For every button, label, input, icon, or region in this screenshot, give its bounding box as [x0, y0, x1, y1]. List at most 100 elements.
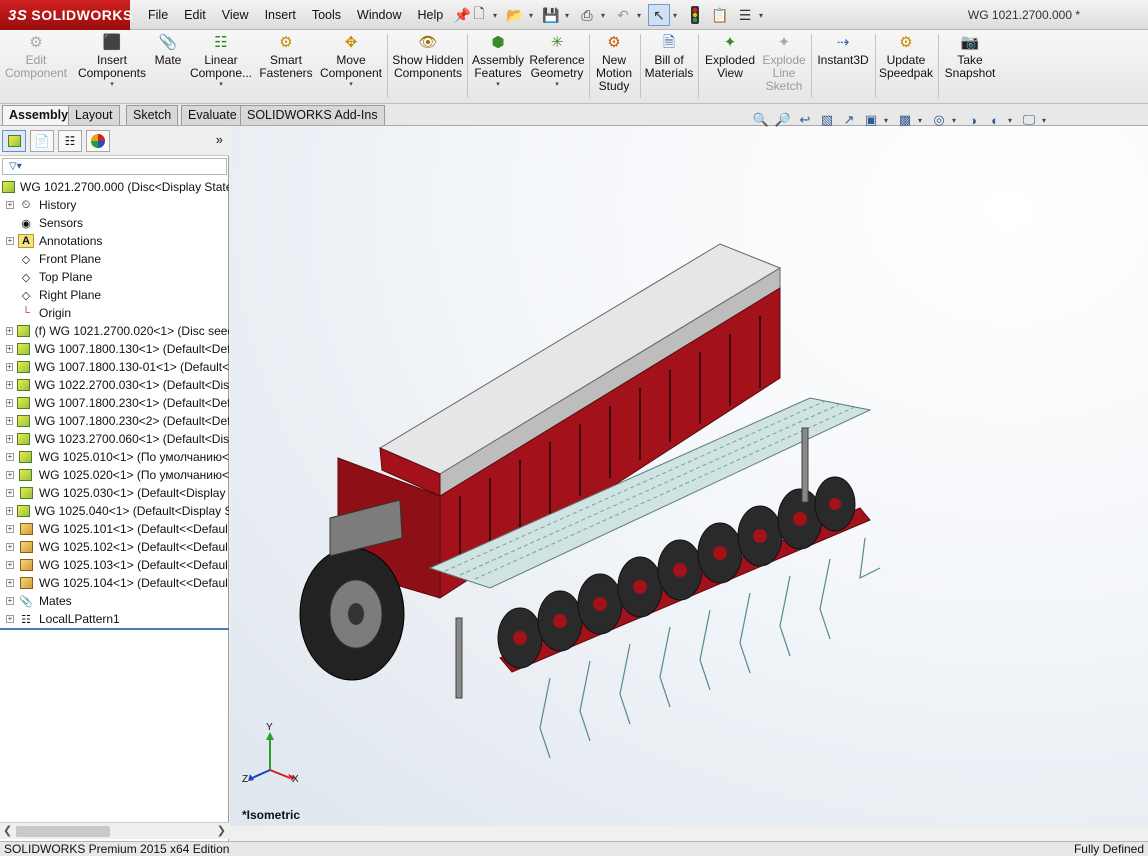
tree-item-component[interactable]: + WG 1025.010<1> (По умолчанию<: [0, 448, 229, 466]
expand-icon[interactable]: +: [6, 579, 14, 587]
tree-item-front-plane[interactable]: ◇ Front Plane: [0, 250, 229, 268]
tree-item-component[interactable]: + WG 1025.030<1> (Default<Display: [0, 484, 229, 502]
expand-icon[interactable]: +: [6, 363, 13, 371]
chevron-down-icon[interactable]: ▾: [349, 80, 353, 90]
menu-edit[interactable]: Edit: [176, 0, 214, 30]
tree-item-sensors[interactable]: ◉ Sensors: [0, 214, 229, 232]
save-icon[interactable]: 💾: [540, 4, 562, 26]
horizontal-scrollbar[interactable]: ❮ ❯: [0, 822, 229, 839]
expand-icon[interactable]: +: [6, 597, 14, 605]
tree-item-component[interactable]: + WG 1007.1800.130-01<1> (Default<: [0, 358, 229, 376]
expand-icon[interactable]: +: [6, 201, 14, 209]
tree-item-part[interactable]: + WG 1025.101<1> (Default<<Defaul: [0, 520, 229, 538]
tree-root[interactable]: WG 1021.2700.000 (Disc<Display State-: [0, 178, 229, 196]
double-chevron-right-icon[interactable]: »: [216, 132, 223, 147]
tab-evaluate[interactable]: Evaluate: [181, 105, 244, 125]
expand-icon[interactable]: +: [6, 381, 13, 389]
display-manager-tab-icon[interactable]: [86, 130, 110, 152]
tree-item-component[interactable]: + WG 1022.2700.030<1> (Default<Dis: [0, 376, 229, 394]
mate-button[interactable]: 📎 Mate: [152, 32, 184, 102]
tree-item-component[interactable]: + WG 1007.1800.230<1> (Default<Def: [0, 394, 229, 412]
chevron-down-icon[interactable]: ▾: [565, 11, 573, 20]
chevron-down-icon[interactable]: ▾: [1042, 116, 1050, 125]
expand-icon[interactable]: +: [6, 507, 13, 515]
menu-file[interactable]: File: [140, 0, 176, 30]
expand-icon[interactable]: +: [6, 615, 14, 623]
tab-layout[interactable]: Layout: [68, 105, 120, 125]
linear-pattern-button[interactable]: ☷ Linear Compone... ▾: [188, 32, 254, 102]
solidworks-logo[interactable]: 3S SOLIDWORKS: [0, 0, 132, 30]
expand-icon[interactable]: +: [6, 345, 13, 353]
chevron-down-icon[interactable]: ▾: [601, 11, 609, 20]
chevron-down-icon[interactable]: ▾: [493, 11, 501, 20]
undo-icon[interactable]: ↶: [612, 4, 634, 26]
chevron-down-icon[interactable]: ▾: [918, 116, 926, 125]
expand-icon[interactable]: +: [6, 417, 13, 425]
edit-component-button[interactable]: ⚙ Edit Component: [4, 32, 68, 102]
tree-item-component[interactable]: + WG 1007.1800.230<2> (Default<Def: [0, 412, 229, 430]
chevron-down-icon[interactable]: ▾: [555, 80, 559, 90]
tree-item-component[interactable]: + WG 1023.2700.060<1> (Default<Dis: [0, 430, 229, 448]
tree-item-component[interactable]: + WG 1025.020<1> (По умолчанию<: [0, 466, 229, 484]
display-style-icon[interactable]: ▩: [896, 111, 914, 129]
exploded-view-button[interactable]: ✦ Exploded View: [702, 32, 758, 102]
tree-item-part[interactable]: + WG 1025.103<1> (Default<<Defaul: [0, 556, 229, 574]
zoom-to-fit-icon[interactable]: 🔍: [752, 111, 770, 129]
tree-item-component[interactable]: + WG 1025.040<1> (Default<Display S: [0, 502, 229, 520]
new-document-icon[interactable]: 🗋: [468, 4, 490, 26]
scroll-left-icon[interactable]: ❮: [3, 824, 12, 837]
menu-window[interactable]: Window: [349, 0, 409, 30]
seed-drill-model[interactable]: [290, 238, 910, 778]
chevron-down-icon[interactable]: ▾: [529, 11, 537, 20]
new-motion-study-button[interactable]: ⚙ New Motion Study: [592, 32, 636, 102]
menu-help[interactable]: Help: [410, 0, 452, 30]
chevron-down-icon[interactable]: ▾: [637, 11, 645, 20]
tree-item-top-plane[interactable]: ◇ Top Plane: [0, 268, 229, 286]
chevron-down-icon[interactable]: ▾: [496, 80, 500, 90]
chevron-down-icon[interactable]: ▾: [884, 116, 892, 125]
bill-of-materials-button[interactable]: 🗎 Bill of Materials: [643, 32, 695, 102]
expand-icon[interactable]: +: [6, 453, 14, 461]
chevron-down-icon[interactable]: ▾: [110, 80, 114, 90]
tree-item-right-plane[interactable]: ◇ Right Plane: [0, 286, 229, 304]
chevron-down-icon[interactable]: ▾: [952, 116, 960, 125]
expand-icon[interactable]: +: [6, 237, 14, 245]
apply-scene-icon[interactable]: ◐: [986, 111, 1004, 129]
previous-view-icon[interactable]: ↩: [796, 111, 814, 129]
tab-assembly[interactable]: Assembly: [2, 105, 76, 125]
tab-sketch[interactable]: Sketch: [126, 105, 179, 125]
options-icon[interactable]: ☰: [734, 4, 756, 26]
rebuild-traffic-light-icon[interactable]: [684, 4, 706, 26]
chevron-down-icon[interactable]: ▾: [219, 80, 223, 90]
tab-addins[interactable]: SOLIDWORKS Add-Ins: [240, 105, 385, 125]
scroll-right-icon[interactable]: ❯: [217, 824, 226, 837]
rollback-bar[interactable]: [0, 628, 229, 630]
print-icon[interactable]: ⎙: [576, 4, 598, 26]
expand-icon[interactable]: +: [6, 471, 14, 479]
feature-tree-tab-icon[interactable]: [2, 130, 26, 152]
show-hidden-components-button[interactable]: 👁 Show Hidden Components: [392, 32, 464, 102]
assembly-features-button[interactable]: ⬢ Assembly Features ▾: [470, 32, 526, 102]
move-component-button[interactable]: ✥ Move Component ▾: [318, 32, 384, 102]
expand-icon[interactable]: +: [6, 525, 14, 533]
tree-item-history[interactable]: + ⏲ History: [0, 196, 229, 214]
expand-icon[interactable]: +: [6, 543, 14, 551]
hide-show-items-icon[interactable]: ◎: [930, 111, 948, 129]
expand-icon[interactable]: +: [6, 561, 14, 569]
zoom-to-area-icon[interactable]: 🔎: [774, 111, 792, 129]
tree-item-annotations[interactable]: + A Annotations: [0, 232, 229, 250]
expand-icon[interactable]: +: [6, 327, 13, 335]
instant3d-button[interactable]: ⇢ Instant3D: [814, 32, 872, 102]
select-cursor-icon[interactable]: ↖: [648, 4, 670, 26]
filter-field[interactable]: ▽▾: [2, 158, 227, 175]
tree-item-origin[interactable]: └ Origin: [0, 304, 229, 322]
insert-components-button[interactable]: ⬛ Insert Components ▾: [76, 32, 148, 102]
chevron-down-icon[interactable]: ▾: [673, 11, 681, 20]
open-folder-icon[interactable]: 📂: [504, 4, 526, 26]
tree-item-part[interactable]: + WG 1025.102<1> (Default<<Defaul: [0, 538, 229, 556]
section-view-icon[interactable]: ▧: [818, 111, 836, 129]
expand-icon[interactable]: +: [6, 399, 13, 407]
chevron-down-icon[interactable]: ▾: [1008, 116, 1016, 125]
chevron-down-icon[interactable]: ▾: [759, 11, 767, 20]
tree-item-pattern[interactable]: + ☷ LocalLPattern1: [0, 610, 229, 628]
